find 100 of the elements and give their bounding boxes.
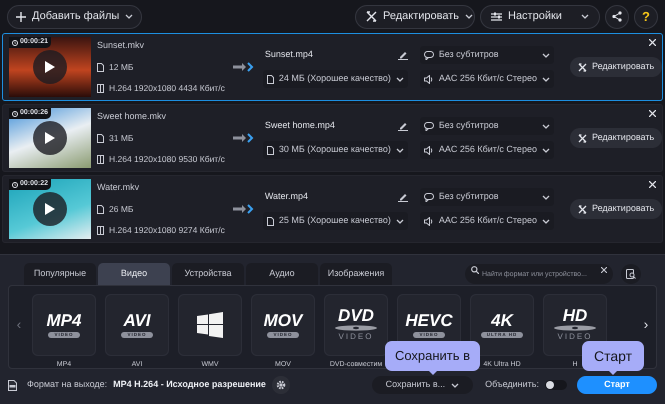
caret-icon xyxy=(396,148,404,152)
file-icon xyxy=(266,146,274,154)
audio-dropdown[interactable]: AAC 256 Кбит/с Стерео xyxy=(420,212,554,230)
clock-icon xyxy=(12,40,18,46)
speech-bubble-icon xyxy=(424,122,434,130)
caret-icon xyxy=(542,52,550,58)
merge-label: Объединить: xyxy=(485,378,539,392)
convert-arrow-icon xyxy=(232,204,255,214)
file-name: Sweet home.mkv xyxy=(97,110,168,123)
merge-toggle[interactable] xyxy=(545,380,567,390)
clock-icon xyxy=(12,182,18,188)
close-icon xyxy=(649,110,656,117)
output-size-dropdown[interactable]: 25 МБ (Хорошее качество) xyxy=(262,212,408,230)
close-button[interactable] xyxy=(648,109,657,118)
format-tab[interactable]: Аудио xyxy=(246,263,318,285)
close-button[interactable] xyxy=(648,38,657,47)
video-info: H.264 1920x1080 4434 Кбит/с xyxy=(109,82,225,95)
format-logo: HD xyxy=(562,307,588,325)
video-info: H.264 1920x1080 9530 Кбит/с xyxy=(109,153,225,166)
settings-button[interactable]: Настройки xyxy=(480,4,600,28)
play-button[interactable] xyxy=(33,50,67,84)
play-button[interactable] xyxy=(33,192,67,226)
pencil-icon xyxy=(398,121,408,131)
share-icon xyxy=(612,11,622,22)
disc-icon xyxy=(553,325,597,331)
clock-icon xyxy=(12,110,18,116)
format-logo: 4K xyxy=(491,312,513,330)
search-icon xyxy=(471,266,479,274)
file-format-icon xyxy=(8,380,17,390)
edit-button[interactable]: Редактировать xyxy=(355,4,475,28)
play-button[interactable] xyxy=(33,121,67,155)
windows-logo-icon xyxy=(197,312,223,338)
share-button[interactable] xyxy=(605,4,629,28)
format-tab[interactable]: Видео xyxy=(98,263,170,285)
file-icon xyxy=(97,134,104,143)
close-icon xyxy=(601,266,607,272)
output-format-value: MP4 H.264 - Исходное разрешение xyxy=(113,378,266,392)
gear-icon xyxy=(276,380,286,390)
output-file-name: Water.mp4 xyxy=(264,190,308,204)
close-button[interactable] xyxy=(648,180,657,189)
output-format-label: Формат на выходе: xyxy=(27,378,108,392)
help-button[interactable]: ? xyxy=(634,4,658,28)
plus-icon xyxy=(16,12,26,22)
output-size-dropdown[interactable]: 30 МБ (Хорошее качество) xyxy=(262,141,408,159)
caret-icon xyxy=(451,382,460,388)
speech-bubble-icon xyxy=(424,50,434,60)
file-icon xyxy=(266,216,274,226)
save-to-dropdown[interactable]: Сохранить в... xyxy=(372,376,474,394)
output-size-dropdown[interactable]: 24 МБ (Хорошее качество) xyxy=(262,70,408,88)
caret-icon xyxy=(581,14,589,19)
caret-icon xyxy=(396,76,404,82)
subtitles-dropdown[interactable]: Без субтитров xyxy=(420,46,554,64)
video-info: H.264 1920x1080 9274 Кбит/с xyxy=(109,224,225,237)
device-search-icon xyxy=(626,269,636,279)
output-file-name: Sweet home.mp4 xyxy=(264,119,335,132)
format-tab[interactable]: Популярные xyxy=(24,263,96,285)
format-logo: MOV xyxy=(264,312,302,330)
film-icon xyxy=(97,155,104,164)
edit-file-button[interactable]: Редактировать xyxy=(570,128,662,148)
format-caption: VIDEO xyxy=(338,331,374,343)
file-icon xyxy=(97,62,104,72)
file-icon xyxy=(97,204,104,214)
play-icon xyxy=(45,61,55,73)
subtitles-dropdown[interactable]: Без субтитров xyxy=(420,188,554,206)
format-tab[interactable]: Устройства xyxy=(172,263,244,285)
caret-icon xyxy=(125,14,134,19)
tools-icon xyxy=(578,134,587,142)
format-logo: HEVC xyxy=(405,312,453,330)
pencil-icon xyxy=(398,50,408,60)
play-icon xyxy=(45,132,55,144)
speech-bubble-icon xyxy=(424,192,434,202)
caret-icon xyxy=(396,218,404,224)
caret-icon xyxy=(542,124,550,128)
file-name: Water.mkv xyxy=(97,181,140,194)
caret-icon xyxy=(542,76,550,82)
speaker-icon xyxy=(424,216,434,226)
format-tile[interactable]: DVD VIDEO xyxy=(324,294,388,356)
tools-icon xyxy=(578,62,587,72)
file-size: 31 МБ xyxy=(109,132,134,145)
edit-file-button[interactable]: Редактировать xyxy=(570,199,662,219)
format-tile[interactable] xyxy=(178,294,242,356)
close-icon xyxy=(649,39,656,46)
format-logo: MP4 xyxy=(46,312,82,330)
caret-icon xyxy=(542,148,550,152)
add-files-button[interactable]: Добавить файлы xyxy=(7,4,142,28)
audio-dropdown[interactable]: AAC 256 Кбит/с Стерео xyxy=(420,141,554,159)
caret-icon xyxy=(542,194,550,200)
format-tab[interactable]: Изображения xyxy=(320,263,392,285)
speaker-icon xyxy=(424,146,434,154)
edit-file-button[interactable]: Редактировать xyxy=(570,57,662,77)
disc-icon xyxy=(334,325,378,331)
settings-button[interactable] xyxy=(272,376,290,394)
device-search-button[interactable] xyxy=(621,264,641,284)
audio-dropdown[interactable]: AAC 256 Кбит/с Стерео xyxy=(420,70,554,88)
subtitles-dropdown[interactable]: Без субтитров xyxy=(420,117,554,135)
caret-icon xyxy=(542,218,550,224)
format-logo: DVD xyxy=(338,307,374,325)
film-icon xyxy=(97,226,104,236)
play-icon xyxy=(45,203,55,215)
tools-icon xyxy=(366,11,377,22)
